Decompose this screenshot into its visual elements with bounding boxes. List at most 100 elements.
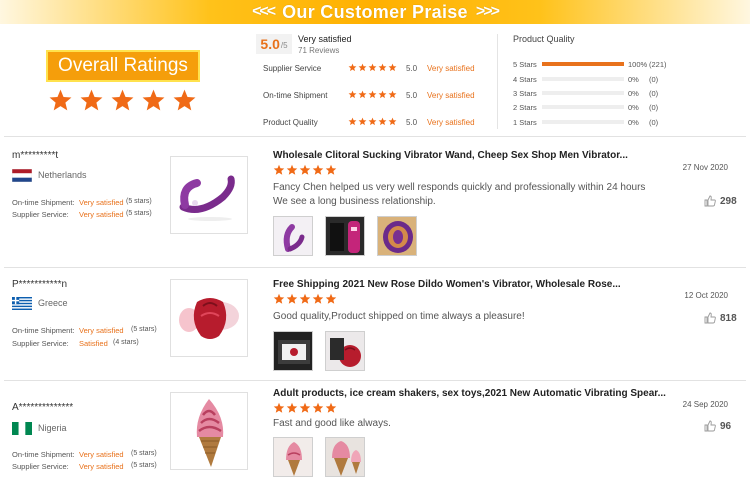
shipment-value: Very satisfied — [79, 198, 124, 207]
breakdown-bar-5 — [542, 62, 624, 66]
breakdown-bar-1 — [542, 120, 624, 124]
star-icon — [299, 164, 311, 175]
metric-text-supplier: Very satisfied — [427, 64, 475, 73]
reviewer-country: Nigeria — [38, 423, 67, 433]
score-value: 5.0 — [260, 36, 280, 52]
star-icon — [368, 90, 377, 99]
product-image[interactable] — [170, 279, 248, 357]
review-text-line-1: Good quality,Product shipped on time alw… — [273, 311, 525, 322]
review-photo[interactable] — [325, 331, 365, 371]
review-photo[interactable] — [273, 331, 313, 371]
star-icon — [299, 402, 311, 413]
review-photo[interactable] — [273, 216, 313, 256]
star-icon — [325, 402, 337, 413]
review-date: 24 Sep 2020 — [682, 400, 728, 409]
thumbs-up-icon — [704, 312, 716, 324]
like-count: 96 — [720, 420, 732, 432]
review-stars — [273, 164, 337, 176]
metric-text-quality: Very satisfied — [427, 118, 475, 127]
summary-divider — [497, 34, 498, 129]
review-photos — [273, 216, 417, 256]
star-icon — [312, 164, 324, 175]
review-photos — [273, 331, 365, 371]
star-icon — [142, 89, 165, 111]
banner-title: Our Customer Praise — [282, 1, 468, 22]
supplier-value: Satisfied — [79, 339, 108, 348]
breakdown-count-2: (0) — [649, 103, 659, 112]
review-stars — [273, 293, 337, 305]
like-count: 298 — [720, 195, 737, 207]
breakdown-count-5: (221) — [649, 60, 667, 69]
supplier-value: Very satisfied — [79, 210, 124, 219]
star-icon — [378, 117, 387, 126]
like-button[interactable]: 96 — [704, 420, 731, 432]
star-icon — [325, 164, 337, 175]
review-photo[interactable] — [325, 216, 365, 256]
thumbs-up-icon — [704, 420, 716, 432]
shipment-stars-text: (5 stars) — [131, 326, 157, 333]
breakdown-bar-3 — [542, 91, 624, 95]
review-date: 12 Oct 2020 — [684, 291, 728, 300]
review-card: P***********n Greece On-time Shipment: V… — [0, 267, 750, 380]
star-icon — [111, 89, 134, 111]
supplier-stars-text: (4 stars) — [113, 339, 139, 346]
star-icon — [286, 402, 298, 413]
supplier-label: Supplier Service: — [12, 339, 69, 348]
star-icon — [273, 164, 285, 175]
review-text-line-1: Fancy Chen helped us very well responds … — [273, 182, 646, 193]
metric-stars-shipment — [348, 90, 397, 99]
shipment-label: On-time Shipment: — [12, 198, 75, 207]
star-icon — [273, 293, 285, 304]
praise-banner: <<< Our Customer Praise >>> — [0, 0, 750, 24]
review-product-title[interactable]: Adult products, ice cream shakers, sex t… — [273, 388, 666, 399]
review-product-title[interactable]: Wholesale Clitoral Sucking Vibrator Wand… — [273, 150, 628, 161]
star-icon — [358, 117, 367, 126]
like-button[interactable]: 298 — [704, 195, 737, 207]
review-card: m*********t Netherlands On-time Shipment… — [0, 136, 750, 267]
star-icon — [173, 89, 196, 111]
star-icon — [286, 293, 298, 304]
metric-score-supplier: 5.0 — [406, 64, 418, 73]
metric-label-supplier: Supplier Service — [263, 64, 322, 73]
shipment-value: Very satisfied — [79, 450, 124, 459]
star-icon — [348, 90, 357, 99]
metric-score-shipment: 5.0 — [406, 91, 418, 100]
reviewer-name: P***********n — [12, 279, 68, 290]
product-image[interactable] — [170, 392, 248, 470]
metric-label-shipment: On-time Shipment — [263, 91, 328, 100]
score-text: Very satisfied — [298, 34, 352, 44]
metric-text-shipment: Very satisfied — [427, 91, 475, 100]
star-icon — [358, 90, 367, 99]
review-photo[interactable] — [273, 437, 313, 477]
star-icon — [368, 117, 377, 126]
review-product-title[interactable]: Free Shipping 2021 New Rose Dildo Women'… — [273, 279, 621, 290]
breakdown-count-1: (0) — [649, 118, 659, 127]
review-photos — [273, 437, 365, 477]
breakdown-bar-2 — [542, 105, 624, 109]
supplier-stars-text: (5 stars) — [131, 462, 157, 469]
review-photo[interactable] — [377, 216, 417, 256]
like-count: 818 — [720, 312, 737, 324]
breakdown-label-2: 2 Stars — [513, 103, 537, 112]
breakdown-pct-1: 0% — [628, 118, 639, 127]
breakdown-pct-5: 100% — [628, 60, 648, 69]
star-icon — [348, 63, 357, 72]
breakdown-label-1: 1 Stars — [513, 118, 537, 127]
like-button[interactable]: 818 — [704, 312, 737, 324]
metric-stars-supplier — [348, 63, 397, 72]
shipment-label: On-time Shipment: — [12, 450, 75, 459]
star-icon — [388, 117, 397, 126]
score-badge: 5.0/5 — [256, 34, 292, 54]
overall-ratings-badge: Overall Ratings — [46, 50, 200, 82]
thumbs-up-icon — [704, 195, 716, 207]
breakdown-count-4: (0) — [649, 75, 659, 84]
supplier-label: Supplier Service: — [12, 462, 69, 471]
review-text-line-1: Fast and good like always. — [273, 418, 391, 429]
breakdown-pct-4: 0% — [628, 75, 639, 84]
metric-score-quality: 5.0 — [406, 118, 418, 127]
product-image[interactable] — [170, 156, 248, 234]
reviewer-name: m*********t — [12, 150, 59, 161]
review-date: 27 Nov 2020 — [682, 163, 728, 172]
nigeria-flag-icon — [12, 422, 32, 435]
review-photo[interactable] — [325, 437, 365, 477]
